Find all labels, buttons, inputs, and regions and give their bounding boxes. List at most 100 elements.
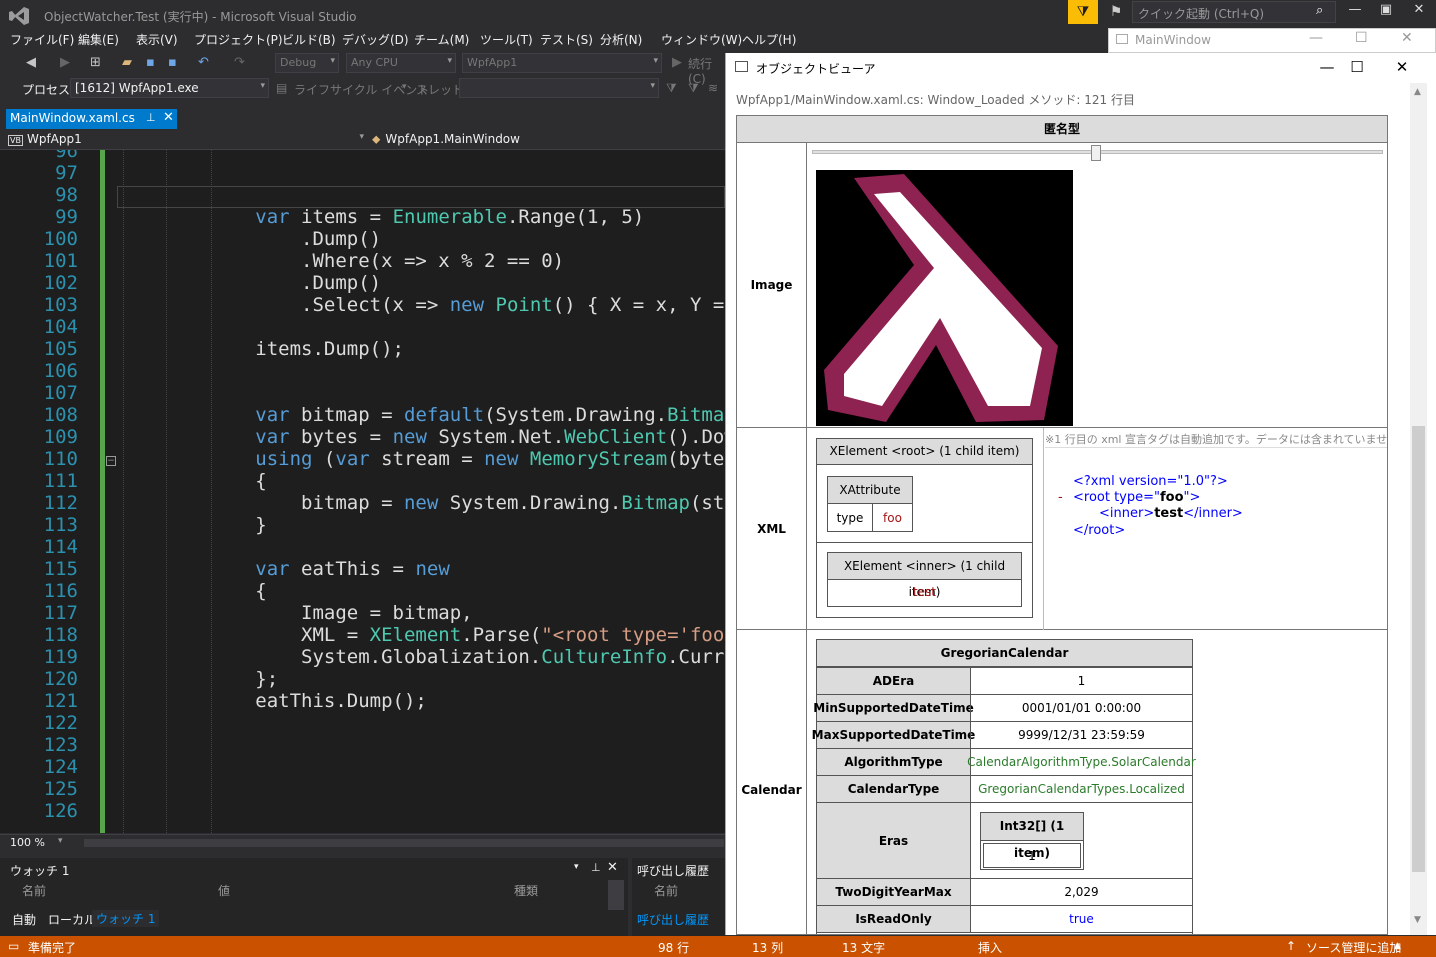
close-button[interactable]: ✕ (1405, 2, 1433, 22)
maximize-button[interactable]: ▣ (1372, 2, 1400, 22)
code-token: items = (289, 206, 393, 228)
line-number: 126 (43, 800, 78, 822)
scrollbar-thumb[interactable] (1412, 426, 1425, 872)
code-token: ().Down (667, 426, 725, 448)
process-select[interactable]: [1612] WpfApp1.exe ▾ (70, 78, 269, 98)
watch-scrollbar[interactable] (608, 880, 624, 910)
minimize-button[interactable]: — (1341, 2, 1369, 22)
minimize-button[interactable]: — (1312, 58, 1342, 78)
maximize-button[interactable]: ☐ (1355, 30, 1368, 46)
xml-root-attr-value: foo (1160, 490, 1184, 505)
menu-item-5[interactable]: デバッグ(D) (342, 31, 409, 48)
back-icon[interactable]: ◀ (26, 55, 36, 70)
filter-thread-icon[interactable]: ⧩ (666, 81, 677, 96)
platform-select[interactable]: Any CPU ▾ (346, 53, 456, 73)
pin-icon[interactable]: ⊥ (591, 861, 601, 874)
menu-item-7[interactable]: ツール(T) (480, 31, 533, 48)
code-token: MemoryStream (529, 448, 668, 470)
project-dropdown[interactable]: VB WpfApp1 ▾ (8, 132, 368, 148)
quick-launch-input[interactable]: クイック起動 (Ctrl+Q) (1132, 1, 1336, 23)
xml-inner-line: <inner>test</inner> (1099, 506, 1243, 521)
menu-item-3[interactable]: プロジェクト(P) (194, 31, 283, 48)
menu-item-1[interactable]: 編集(E) (78, 31, 119, 48)
close-icon[interactable]: ✕ (607, 860, 618, 875)
thread-select[interactable]: ▾ (459, 78, 659, 98)
redo-icon[interactable]: ↷ (234, 55, 245, 70)
line-number: 120 (43, 668, 78, 690)
lifecycle-icon[interactable]: ▤ (276, 81, 287, 95)
lifecycle-events-button[interactable]: ライフサイクル イベント (294, 81, 429, 98)
minimize-button[interactable]: — (1309, 30, 1323, 46)
forward-icon[interactable]: ▶ (60, 55, 70, 70)
xml-inner-open: <inner> (1099, 506, 1155, 521)
source-control-button[interactable]: ソース管理に追加 (1306, 939, 1401, 956)
menu-item-6[interactable]: チーム(M) (414, 31, 469, 48)
collapse-icon[interactable]: − (106, 456, 116, 466)
calendar-value-cell: true (970, 905, 1193, 933)
filter-icon[interactable]: ⧩ (1068, 0, 1098, 24)
close-icon[interactable]: ✕ (163, 110, 174, 125)
feedback-icon[interactable]: ⚑ (1103, 0, 1129, 24)
window-icon (735, 61, 748, 72)
menu-item-2[interactable]: 表示(V) (136, 31, 178, 48)
menu-item-0[interactable]: ファイル(F) (10, 31, 74, 48)
tab-autos[interactable]: 自動 (12, 911, 36, 928)
code-line: XML = XElement.Parse("<root type='foo'> (118, 624, 725, 646)
close-button[interactable]: ✕ (1387, 58, 1417, 78)
undo-icon[interactable]: ↶ (198, 55, 209, 70)
new-project-icon[interactable]: ⊞ (90, 55, 101, 70)
menu-item-8[interactable]: テスト(S) (540, 31, 593, 48)
code-token: var (255, 558, 290, 580)
mainwindow-app-window[interactable]: MainWindow — ☐ ✕ (1108, 28, 1436, 53)
object-viewer-title: オブジェクトビューア (756, 62, 876, 76)
stack-frame-icon[interactable]: ⧩ (688, 81, 699, 96)
chevron-down-icon: ▾ (260, 81, 265, 91)
call-stack-window: 呼び出し履歴 名前 呼び出し履歴 (632, 858, 725, 936)
menu-item-9[interactable]: 分析(N) (600, 31, 642, 48)
chevron-down-icon[interactable]: ▾ (574, 862, 579, 872)
xml-root-open-line: <root type="foo"> (1073, 490, 1200, 505)
code-editor[interactable]: 96 97 98 99 var items = Enumerable.Range(1… (0, 150, 725, 833)
play-icon[interactable]: ▶ (672, 55, 682, 70)
code-token: .Dump() (118, 228, 382, 250)
code-line: eatThis.Dump(); (118, 690, 427, 712)
chevron-up-icon[interactable]: ▲ (1394, 941, 1401, 951)
code-token: .Select(x => (118, 294, 450, 316)
flag-icon[interactable]: ≋ (708, 81, 718, 95)
pin-icon[interactable]: ⊥ (146, 111, 156, 124)
configuration-select[interactable]: Debug ▾ (275, 53, 339, 73)
tab-call-stack[interactable]: 呼び出し履歴 (637, 911, 709, 928)
line-number: 124 (43, 756, 78, 778)
menu-item-4[interactable]: ビルド(B) (282, 31, 336, 48)
code-token: bytes = (289, 426, 393, 448)
code-token: () { X = x, Y = x (552, 294, 725, 316)
chevron-up-icon[interactable]: ▲ (1414, 87, 1421, 97)
code-token: .Dump() (118, 272, 382, 294)
close-button[interactable]: ✕ (1401, 30, 1413, 46)
startup-project-select[interactable]: WpfApp1 ▾ (462, 53, 662, 73)
class-dropdown[interactable]: ⬥ WpfApp1.MainWindow (372, 132, 725, 148)
xml-collapse-toggle[interactable]: - (1058, 490, 1063, 505)
status-char: 13 文字 (842, 941, 886, 955)
code-line: .Select(x => new Point() { X = x, Y = x (118, 294, 725, 316)
save-icon[interactable]: ▪ (146, 55, 155, 70)
tab-locals[interactable]: ローカル (48, 911, 96, 928)
xattribute-box: XAttribute type foo (827, 476, 913, 532)
menu-item-10[interactable]: ウィンドウ(W) (661, 31, 742, 48)
menu-item-11[interactable]: ヘルプ(H) (742, 31, 796, 48)
code-token: System.Drawing. (438, 492, 622, 514)
chevron-down-icon[interactable]: ▼ (1414, 915, 1421, 925)
code-token: (stre (689, 492, 725, 514)
zoom-slider-thumb[interactable] (1091, 145, 1101, 161)
code-token: WebClient (564, 426, 668, 448)
calendar-key: IsReadOnly (816, 905, 971, 933)
open-folder-icon[interactable]: ▰ (122, 55, 132, 70)
horizontal-scrollbar[interactable] (84, 839, 724, 847)
tab-watch-1[interactable]: ウォッチ 1 (92, 910, 160, 927)
maximize-button[interactable]: ☐ (1342, 58, 1372, 78)
save-all-icon[interactable]: ▪ (168, 55, 177, 70)
zoom-level[interactable]: 100 % (10, 836, 45, 849)
